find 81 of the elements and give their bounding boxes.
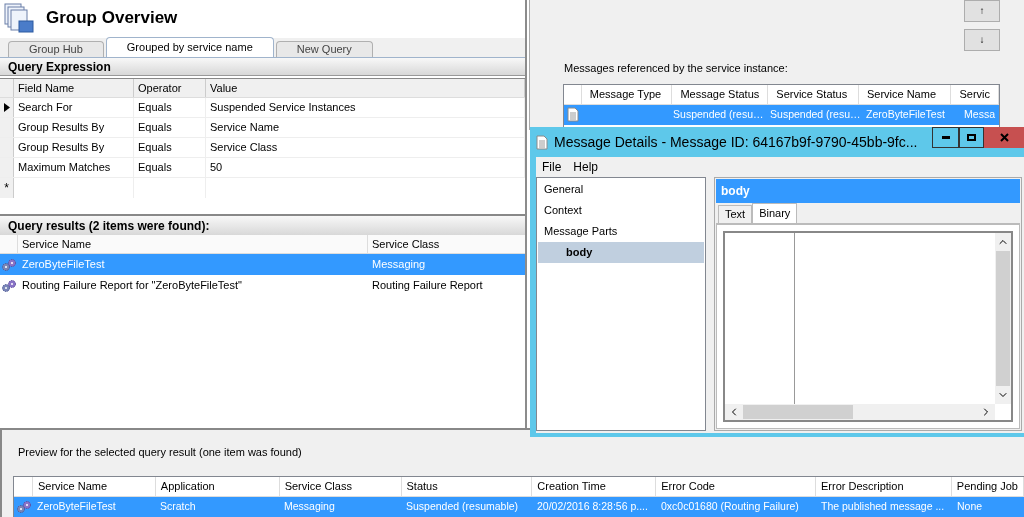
horizontal-scrollbar[interactable]: [725, 404, 995, 420]
section-header: Query Expression: [0, 58, 525, 76]
column-header[interactable]: Value: [206, 79, 525, 97]
tab[interactable]: Binary: [752, 203, 798, 223]
menu-item[interactable]: Help: [569, 158, 603, 176]
table-cell-text: Messaging: [283, 499, 336, 515]
move-button[interactable]: ↓: [964, 29, 1000, 51]
close-icon: [999, 133, 1009, 142]
table-cell-text: The published message ...: [820, 499, 946, 515]
result-row[interactable]: Routing Failure Report for "ZeroByteFileTest" Routing Failure Report: [0, 275, 525, 296]
table-cell-text: Suspended (resumable): [405, 499, 520, 515]
column-header[interactable]: Error Description: [816, 476, 952, 496]
row-header[interactable]: [0, 98, 14, 117]
table-cell: Group Results By: [14, 118, 134, 137]
column-header[interactable]: Service Name: [18, 235, 368, 253]
table-cell: Group Results By: [14, 138, 134, 157]
column-header[interactable]: Field Name: [14, 79, 134, 97]
table-cell-text: Scratch: [159, 499, 197, 515]
column-header[interactable]: Error Code: [656, 476, 816, 496]
tab[interactable]: New Query: [275, 41, 373, 57]
close-button[interactable]: [984, 127, 1024, 148]
menu-item[interactable]: File: [538, 158, 566, 176]
tab[interactable]: Grouped by service name: [105, 37, 274, 57]
table-cell: Equals: [134, 138, 206, 157]
window-title: Group Overview: [46, 7, 178, 30]
table-cell: 50: [206, 158, 525, 177]
part-header: body: [716, 179, 1020, 203]
column-header[interactable]: Message Type: [581, 84, 673, 104]
table-cell-text: ZeroByteFileTest: [21, 257, 106, 273]
document-icon: [566, 107, 579, 122]
column-header[interactable]: Creation Time: [532, 476, 657, 496]
column-header[interactable]: Service Class: [279, 476, 402, 496]
table-cell-text: Messaging: [371, 257, 427, 273]
table-cell-text: Messa: [963, 106, 996, 122]
table-cell-text: None: [956, 499, 984, 515]
tree-item[interactable]: Message Parts: [538, 221, 704, 242]
table-cell-text: Routing Failure Report for "ZeroByteFileTest": [21, 278, 243, 294]
column-header[interactable]: Servic: [951, 84, 999, 104]
table-cell-text: ZeroByteFileTest: [36, 499, 117, 515]
list-label: Messages referenced by the service instance:: [564, 61, 789, 76]
table-cell-text: Suspended (resu…: [672, 106, 765, 122]
table-cell-text: ZeroByteFileTest: [865, 106, 946, 122]
preview-label: Preview for the selected query result (one item was found): [18, 445, 303, 460]
move-button[interactable]: ↑: [964, 0, 1000, 22]
column-header[interactable]: Application: [155, 476, 280, 496]
new-row-marker: *: [4, 182, 9, 194]
tab[interactable]: Group Hub: [8, 41, 104, 57]
table-cell-text: Suspended (resu…: [769, 106, 862, 122]
table-cell: Service Class: [206, 138, 525, 157]
maximize-button[interactable]: [959, 127, 984, 148]
table-cell: Equals: [134, 118, 206, 137]
column-header[interactable]: Service Class: [368, 235, 525, 253]
tree-item[interactable]: Context: [538, 200, 704, 221]
table-cell: Equals: [134, 98, 206, 117]
tree-item[interactable]: body: [538, 242, 704, 263]
table-cell: Suspended Service Instances: [206, 98, 525, 117]
tree-item[interactable]: General: [538, 179, 704, 200]
table-cell: Search For: [14, 98, 134, 117]
table-cell-text: 0xc0c01680 (Routing Failure): [660, 499, 800, 515]
column-header[interactable]: Message Status: [672, 84, 769, 104]
column-header[interactable]: Operator: [134, 79, 206, 97]
vertical-scrollbar[interactable]: [995, 233, 1011, 404]
tab[interactable]: Text: [718, 205, 753, 223]
column-header[interactable]: Service Name: [32, 476, 156, 496]
column-header[interactable]: Service Status: [768, 84, 859, 104]
table-cell: Service Name: [206, 118, 525, 137]
table-cell: Equals: [134, 158, 206, 177]
minimize-button[interactable]: [932, 127, 959, 148]
gear-icon: [15, 500, 32, 514]
column-header[interactable]: Service Name: [858, 84, 952, 104]
table-cell: Maximum Matches: [14, 158, 134, 177]
section-header: Query results (2 items were found):: [0, 216, 525, 235]
stacked-pages-icon: [4, 3, 34, 33]
column-header[interactable]: Pending Job: [951, 476, 1024, 496]
dialog-title: Message Details - Message ID: 64167b9f-9790-45bb-9fc...: [554, 132, 918, 152]
document-icon: [536, 134, 548, 150]
table-cell-text: 20/02/2016 8:28:56 p....: [536, 499, 649, 515]
column-header[interactable]: Status: [401, 476, 533, 496]
table-cell-text: Routing Failure Report: [371, 278, 484, 294]
current-row-icon: [3, 103, 10, 112]
gears-icon: [1, 257, 17, 272]
